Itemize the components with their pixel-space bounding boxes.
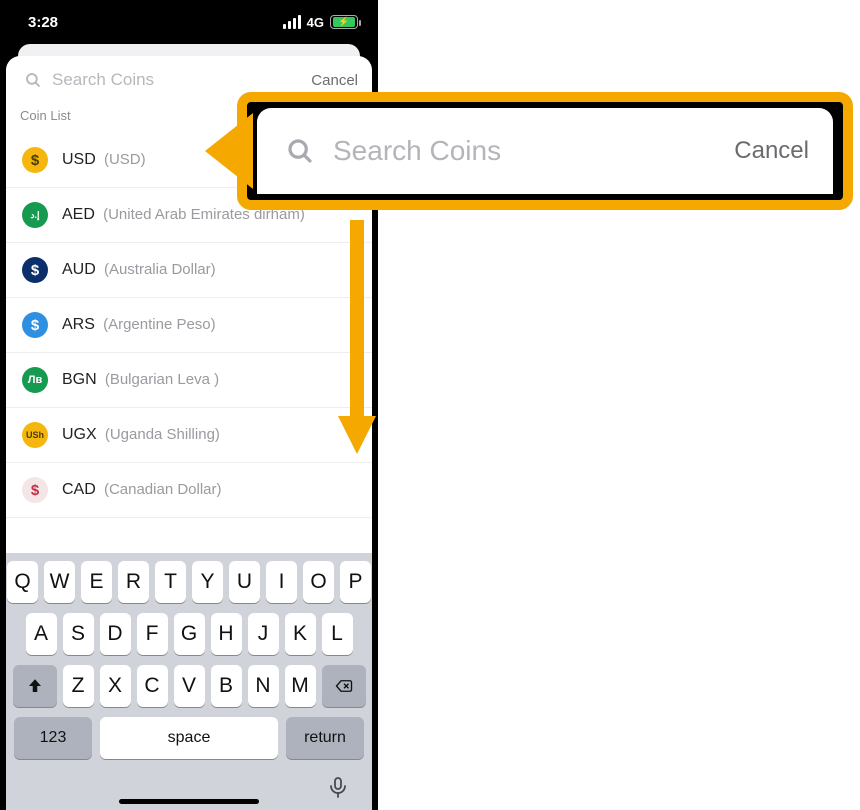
key-g[interactable]: G [174, 613, 205, 655]
list-item[interactable]: USh UGX (Uganda Shilling) [6, 408, 372, 463]
key-n[interactable]: N [248, 665, 279, 707]
key-j[interactable]: J [248, 613, 279, 655]
key-b[interactable]: B [211, 665, 242, 707]
status-time: 3:28 [28, 14, 58, 31]
key-o[interactable]: O [303, 561, 334, 603]
key-h[interactable]: H [211, 613, 242, 655]
battery-icon: ⚡ [330, 15, 358, 29]
callout-cancel: Cancel [734, 137, 809, 165]
key-s[interactable]: S [63, 613, 94, 655]
callout-inner: Search Coins Cancel [257, 108, 833, 194]
key-y[interactable]: Y [192, 561, 223, 603]
key-u[interactable]: U [229, 561, 260, 603]
key-c[interactable]: C [137, 665, 168, 707]
coin-label: AUD (Australia Dollar) [62, 261, 216, 279]
search-icon [285, 136, 315, 166]
coin-label: USD (USD) [62, 151, 146, 169]
currency-icon: USh [22, 422, 48, 448]
key-shift[interactable] [13, 665, 57, 707]
key-z[interactable]: Z [63, 665, 94, 707]
callout-placeholder: Search Coins [333, 135, 716, 167]
scroll-down-arrow-icon [342, 220, 372, 458]
list-item[interactable]: Лв BGN (Bulgarian Leva ) [6, 353, 372, 408]
coin-label: UGX (Uganda Shilling) [62, 426, 220, 444]
key-t[interactable]: T [155, 561, 186, 603]
list-item[interactable]: $ AUD (Australia Dollar) [6, 243, 372, 298]
key-m[interactable]: M [285, 665, 316, 707]
status-bar: 3:28 4G ⚡ [0, 0, 378, 44]
key-k[interactable]: K [285, 613, 316, 655]
home-indicator [119, 799, 259, 804]
key-w[interactable]: W [44, 561, 75, 603]
key-q[interactable]: Q [7, 561, 38, 603]
key-space[interactable]: space [100, 717, 278, 759]
key-d[interactable]: D [100, 613, 131, 655]
keyboard: QWERTYUIOP ASDFGHJKL ZXCVBNM 123 space r… [6, 553, 372, 810]
list-item[interactable]: $ ARS (Argentine Peso) [6, 298, 372, 353]
coin-label: BGN (Bulgarian Leva ) [62, 371, 219, 389]
coin-label: CAD (Canadian Dollar) [62, 481, 222, 499]
cancel-button[interactable]: Cancel [311, 72, 358, 89]
network-label: 4G [307, 15, 324, 30]
status-right: 4G ⚡ [283, 15, 358, 30]
key-f[interactable]: F [137, 613, 168, 655]
key-v[interactable]: V [174, 665, 205, 707]
mic-icon[interactable] [326, 775, 350, 804]
key-x[interactable]: X [100, 665, 131, 707]
currency-icon: إ.د [22, 202, 48, 228]
coin-label: ARS (Argentine Peso) [62, 316, 216, 334]
callout-arrow-icon [205, 113, 253, 189]
currency-icon: $ [22, 312, 48, 338]
key-backspace[interactable] [322, 665, 366, 707]
key-a[interactable]: A [26, 613, 57, 655]
currency-icon: $ [22, 257, 48, 283]
key-r[interactable]: R [118, 561, 149, 603]
search-icon [24, 71, 42, 89]
currency-icon: Лв [22, 367, 48, 393]
key-i[interactable]: I [266, 561, 297, 603]
callout-search-zoom: Search Coins Cancel [237, 92, 853, 210]
currency-icon: $ [22, 477, 48, 503]
key-l[interactable]: L [322, 613, 353, 655]
key-e[interactable]: E [81, 561, 112, 603]
signal-icon [283, 15, 301, 29]
key-123[interactable]: 123 [14, 717, 92, 759]
key-return[interactable]: return [286, 717, 364, 759]
list-item[interactable]: $ CAD (Canadian Dollar) [6, 463, 372, 518]
key-p[interactable]: P [340, 561, 371, 603]
search-input[interactable] [52, 70, 301, 90]
currency-icon: $ [22, 147, 48, 173]
